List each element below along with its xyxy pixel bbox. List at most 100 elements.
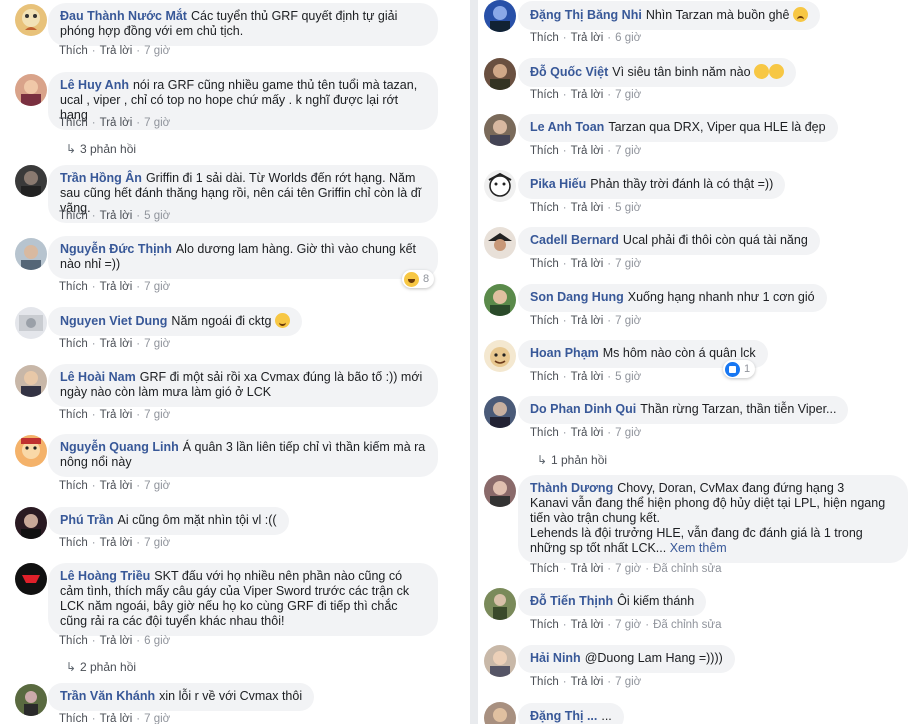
- edited-label[interactable]: Đã chỉnh sửa: [653, 563, 721, 575]
- avatar[interactable]: [484, 702, 516, 724]
- comment-author[interactable]: Hải Ninh: [530, 651, 581, 665]
- comment-time[interactable]: 7 giờ: [144, 713, 170, 724]
- comment-time[interactable]: 7 giờ: [144, 281, 170, 293]
- comment-time[interactable]: 6 giờ: [615, 32, 641, 44]
- like-link[interactable]: Thích: [59, 409, 88, 421]
- comment-author[interactable]: Trần Văn Khánh: [60, 689, 155, 703]
- view-replies-link[interactable]: ↳ 3 phản hồi: [66, 142, 136, 156]
- avatar[interactable]: [15, 4, 47, 36]
- reply-link[interactable]: Trả lời: [571, 371, 604, 383]
- comment-time[interactable]: 7 giờ: [615, 258, 641, 270]
- avatar[interactable]: [15, 238, 47, 270]
- comment-time[interactable]: 7 giờ: [615, 676, 641, 688]
- avatar[interactable]: [484, 340, 516, 372]
- like-link[interactable]: Thích: [59, 537, 88, 549]
- avatar[interactable]: [15, 435, 47, 467]
- like-link[interactable]: Thích: [530, 676, 559, 688]
- reply-link[interactable]: Trả lời: [100, 537, 133, 549]
- like-link[interactable]: Thích: [59, 635, 88, 647]
- comment-time[interactable]: 5 giờ: [144, 210, 170, 222]
- comment-time[interactable]: 7 giờ: [144, 480, 170, 492]
- comment-author[interactable]: Pika Hiếu: [530, 177, 586, 191]
- avatar[interactable]: [15, 684, 47, 716]
- see-more-link[interactable]: Xem thêm: [670, 541, 727, 555]
- comment-time[interactable]: 7 giờ: [615, 563, 641, 575]
- comment-author[interactable]: Le Anh Toan: [530, 120, 604, 134]
- comment-time[interactable]: 7 giờ: [615, 619, 641, 631]
- comment-time[interactable]: 7 giờ: [615, 315, 641, 327]
- comment-time[interactable]: 5 giờ: [615, 202, 641, 214]
- reply-link[interactable]: Trả lời: [100, 117, 133, 129]
- comment-author[interactable]: Thành Dương: [530, 481, 613, 495]
- comment-time[interactable]: 7 giờ: [615, 427, 641, 439]
- reply-link[interactable]: Trả lời: [571, 202, 604, 214]
- like-link[interactable]: Thích: [530, 427, 559, 439]
- like-link[interactable]: Thích: [530, 145, 559, 157]
- reply-link[interactable]: Trả lời: [571, 145, 604, 157]
- comment-author[interactable]: Đặng Thị Băng Nhi: [530, 8, 642, 22]
- avatar[interactable]: [15, 74, 47, 106]
- like-link[interactable]: Thích: [530, 32, 559, 44]
- like-link[interactable]: Thích: [59, 480, 88, 492]
- like-link[interactable]: Thích: [59, 117, 88, 129]
- avatar[interactable]: [484, 396, 516, 428]
- comment-author[interactable]: Do Phan Dinh Qui: [530, 402, 636, 416]
- like-link[interactable]: Thích: [59, 281, 88, 293]
- reply-link[interactable]: Trả lời: [100, 713, 133, 724]
- like-link[interactable]: Thích: [530, 202, 559, 214]
- avatar[interactable]: [484, 58, 516, 90]
- reply-link[interactable]: Trả lời: [100, 409, 133, 421]
- like-link[interactable]: Thích: [59, 45, 88, 57]
- reply-link[interactable]: Trả lời: [571, 619, 604, 631]
- reply-link[interactable]: Trả lời: [571, 676, 604, 688]
- comment-author[interactable]: Phú Trần: [60, 513, 113, 527]
- reply-link[interactable]: Trả lời: [100, 635, 133, 647]
- reply-link[interactable]: Trả lời: [571, 427, 604, 439]
- avatar[interactable]: [484, 227, 516, 259]
- comment-author[interactable]: Nguyễn Quang Linh: [60, 440, 179, 454]
- comment-author[interactable]: Cadell Bernard: [530, 233, 619, 247]
- comment-time[interactable]: 7 giờ: [144, 409, 170, 421]
- reply-link[interactable]: Trả lời: [100, 45, 133, 57]
- like-link[interactable]: Thích: [59, 713, 88, 724]
- reply-link[interactable]: Trả lời: [571, 89, 604, 101]
- avatar[interactable]: [484, 588, 516, 620]
- like-link[interactable]: Thích: [530, 371, 559, 383]
- comment-author[interactable]: Lê Hoàng Triều: [60, 569, 150, 583]
- like-link[interactable]: Thích: [530, 315, 559, 327]
- comment-time[interactable]: 7 giờ: [144, 338, 170, 350]
- comment-author[interactable]: Trần Hồng Ân: [60, 171, 142, 185]
- view-replies-link[interactable]: ↳ 1 phản hồi: [537, 453, 607, 467]
- comment-time[interactable]: 7 giờ: [615, 89, 641, 101]
- comment-author[interactable]: Đỗ Tiến Thịnh: [530, 594, 613, 608]
- avatar[interactable]: [15, 365, 47, 397]
- avatar[interactable]: [484, 114, 516, 146]
- avatar[interactable]: [484, 0, 516, 32]
- comment-author[interactable]: Đau Thành Nước Mắt: [60, 9, 187, 23]
- comment-time[interactable]: 7 giờ: [144, 537, 170, 549]
- reply-link[interactable]: Trả lời: [100, 338, 133, 350]
- avatar[interactable]: [484, 645, 516, 677]
- reaction-badge[interactable]: 1: [723, 360, 756, 378]
- avatar[interactable]: [484, 170, 516, 202]
- comment-author[interactable]: Nguyen Viet Dung: [60, 314, 167, 328]
- reply-link[interactable]: Trả lời: [571, 315, 604, 327]
- comment-time[interactable]: 7 giờ: [144, 117, 170, 129]
- comment-time[interactable]: 7 giờ: [615, 145, 641, 157]
- like-link[interactable]: Thích: [530, 258, 559, 270]
- like-link[interactable]: Thích: [59, 338, 88, 350]
- comment-time[interactable]: 6 giờ: [144, 635, 170, 647]
- avatar[interactable]: [15, 507, 47, 539]
- avatar[interactable]: [484, 284, 516, 316]
- avatar[interactable]: [15, 165, 47, 197]
- comment-author[interactable]: Son Dang Hung: [530, 290, 624, 304]
- comment-author[interactable]: Đỗ Quốc Việt: [530, 65, 608, 79]
- avatar[interactable]: [484, 475, 516, 507]
- avatar[interactable]: [15, 563, 47, 595]
- view-replies-link[interactable]: ↳ 2 phản hồi: [66, 660, 136, 674]
- comment-author[interactable]: Đặng Thị ...: [530, 709, 597, 723]
- like-link[interactable]: Thích: [530, 89, 559, 101]
- comment-author[interactable]: Nguyễn Đức Thịnh: [60, 242, 172, 256]
- like-link[interactable]: Thích: [530, 563, 559, 575]
- comment-author[interactable]: Lê Huy Anh: [60, 78, 129, 92]
